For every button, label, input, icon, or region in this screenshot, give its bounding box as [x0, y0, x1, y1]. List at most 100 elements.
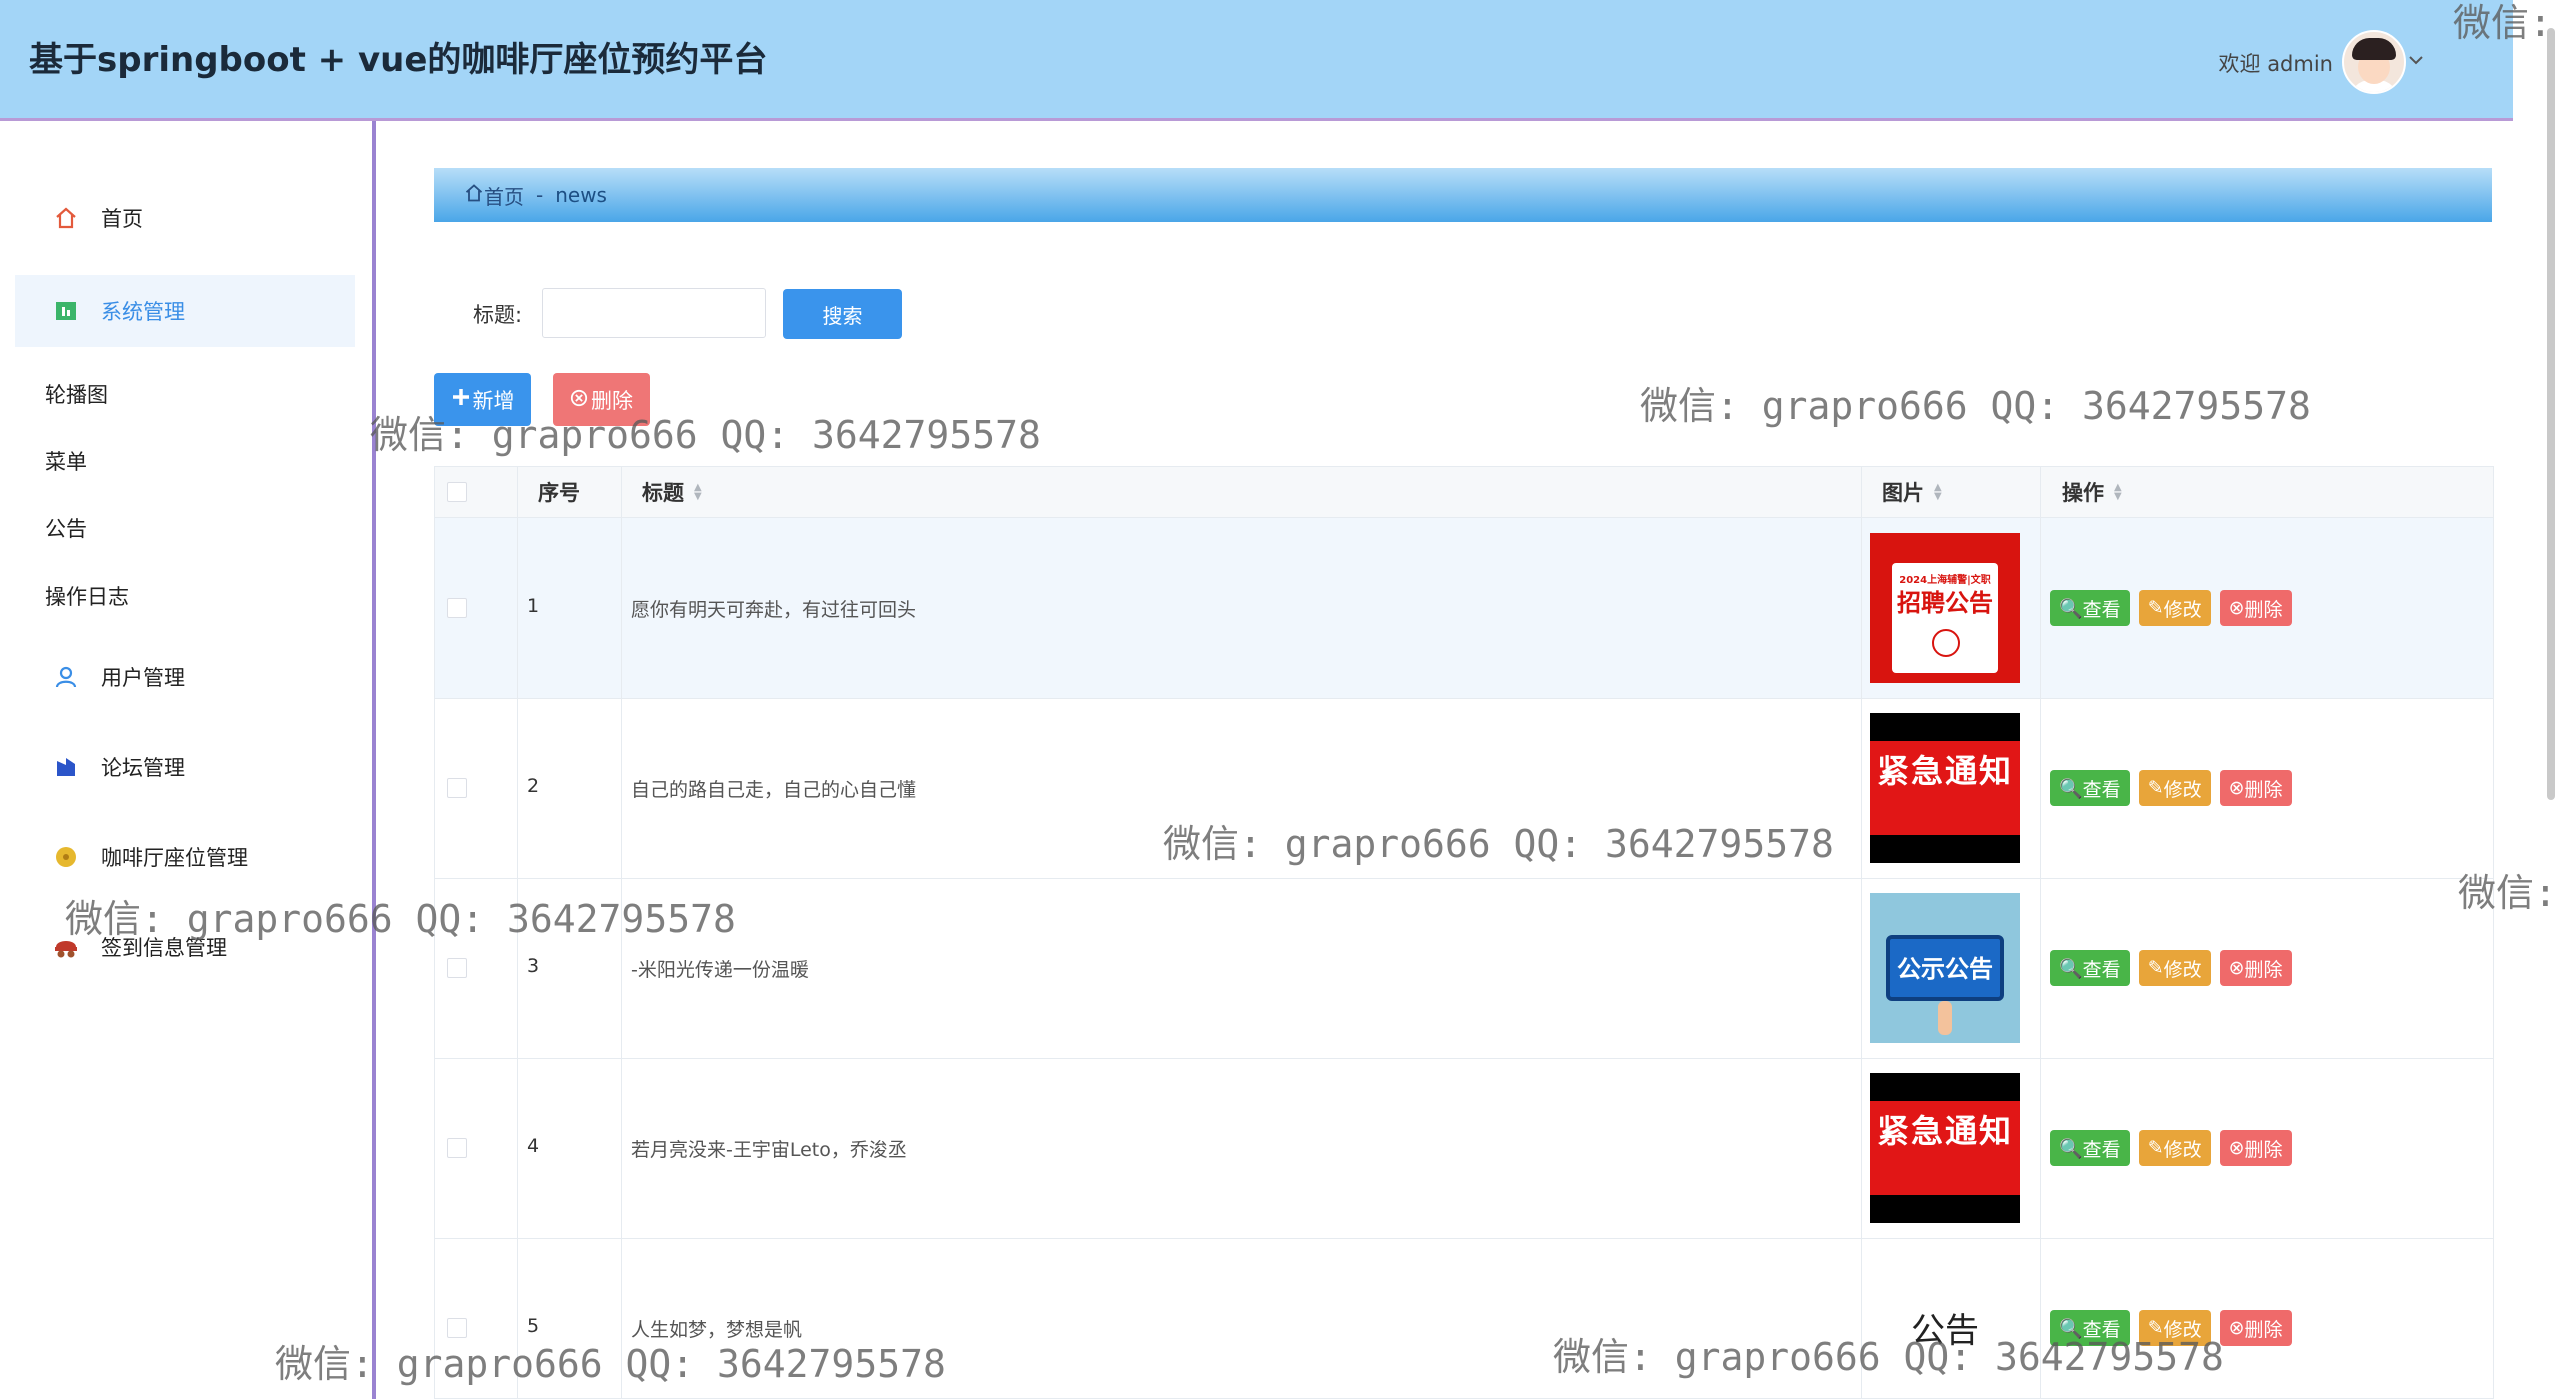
view-label: 查看 — [2082, 1138, 2121, 1161]
row-checkbox[interactable] — [447, 958, 467, 978]
table-row[interactable]: 1 愿你有明天可奔赴，有过往可回头 2024上海辅警|文职 招聘公告 🔍 查看 ✎… — [435, 518, 2493, 699]
row-delete-button[interactable]: ⊗ 删除 — [2219, 590, 2292, 626]
sidebar-item-coffee[interactable]: 咖啡厅座位管理 — [15, 821, 355, 893]
edit-label: 修改 — [2163, 958, 2202, 981]
view-button[interactable]: 🔍 查看 — [2050, 1130, 2130, 1166]
search-input[interactable] — [542, 288, 766, 338]
watermark: 微信: grapro666 QQ: 3642795578 — [65, 897, 736, 941]
breadcrumb: 首页 - news — [434, 168, 2492, 222]
edit-icon: ✎ — [2147, 777, 2164, 799]
sidebar-item-label: 用户管理 — [101, 666, 185, 690]
select-all-checkbox[interactable] — [447, 482, 467, 502]
col-ops-label: 操作 — [2062, 481, 2104, 505]
sidebar-item-label: 系统管理 — [101, 300, 185, 324]
edit-icon: ✎ — [2147, 957, 2164, 979]
view-label: 查看 — [2082, 598, 2121, 621]
sidebar-item-users[interactable]: 用户管理 — [15, 641, 355, 713]
watermark: 微信: grapro666 QQ: 3642795578 — [370, 413, 1041, 457]
close-circle-icon: ⊗ — [2228, 957, 2245, 979]
row-delete-button[interactable]: ⊗ 删除 — [2219, 1130, 2292, 1166]
close-circle-icon: ⊗ — [2228, 597, 2245, 619]
edit-button[interactable]: ✎ 修改 — [2138, 770, 2211, 806]
user-icon — [51, 662, 81, 692]
search-button[interactable]: 搜索 — [783, 289, 902, 339]
breadcrumb-home-label: 首页 — [484, 184, 524, 209]
row-actions: 🔍 查看 ✎ 修改 ⊗ 删除 — [2050, 590, 2292, 626]
sidebar-subitem-carousel[interactable]: 轮播图 — [45, 379, 108, 409]
row-image: 紧急通知 — [1870, 1073, 2020, 1223]
app-title: 基于springboot + vue的咖啡厅座位预约平台 — [29, 40, 768, 80]
scrollbar-thumb[interactable] — [2547, 28, 2555, 800]
col-image[interactable]: 图片 ▲ ▼ — [1882, 467, 1942, 517]
row-checkbox[interactable] — [447, 1138, 467, 1158]
search-icon: 🔍 — [2059, 957, 2083, 980]
thumb-text: 紧急通知 — [1876, 752, 2013, 790]
top-header: 基于springboot + vue的咖啡厅座位预约平台 欢迎 admin — [0, 0, 2513, 121]
table-header: 序号 标题 ▲ ▼ 图片 ▲ ▼ 操作 ▲ ▼ — [435, 467, 2493, 518]
edit-button[interactable]: ✎ 修改 — [2138, 950, 2211, 986]
table-row[interactable]: 4 若月亮没来-王宇宙Leto，乔浚丞 紧急通知 🔍 查看 ✎ 修改 ⊗ 删除 — [435, 1058, 2493, 1239]
delete-label: 删除 — [2244, 598, 2283, 621]
sidebar-item-label: 论坛管理 — [101, 756, 185, 780]
row-title: 若月亮没来-王宇宙Leto，乔浚丞 — [631, 1139, 907, 1161]
sidebar-subitem-news[interactable]: 公告 — [45, 513, 87, 543]
table-row[interactable]: 3 -米阳光传递一份温暖 公示公告 🔍 查看 ✎ 修改 ⊗ 删除 — [435, 878, 2493, 1059]
welcome-text: 欢迎 admin — [2218, 52, 2333, 76]
avatar[interactable] — [2342, 30, 2406, 94]
row-checkbox[interactable] — [447, 598, 467, 618]
sidebar-subitem-log[interactable]: 操作日志 — [45, 581, 129, 611]
row-image: 公示公告 — [1870, 893, 2020, 1043]
sidebar-item-system[interactable]: 系统管理 — [15, 275, 355, 347]
edit-icon: ✎ — [2147, 1137, 2164, 1159]
breadcrumb-separator: - — [536, 183, 544, 207]
close-circle-icon: ⊗ — [2228, 1137, 2245, 1159]
breadcrumb-home[interactable]: 首页 — [464, 181, 524, 210]
edit-button[interactable]: ✎ 修改 — [2138, 590, 2211, 626]
view-button[interactable]: 🔍 查看 — [2050, 950, 2130, 986]
col-title[interactable]: 标题 ▲ ▼ — [642, 467, 702, 517]
edit-button[interactable]: ✎ 修改 — [2138, 1130, 2211, 1166]
watermark: 微信: grapro666 QQ: 3642795578 — [1163, 822, 1834, 866]
row-delete-button[interactable]: ⊗ 删除 — [2219, 1310, 2292, 1346]
row-index: 3 — [527, 955, 540, 977]
row-index: 2 — [527, 775, 540, 797]
delete-label: 删除 — [2244, 1318, 2283, 1341]
edit-label: 修改 — [2163, 598, 2202, 621]
row-delete-button[interactable]: ⊗ 删除 — [2219, 770, 2292, 806]
sidebar-subitem-menu[interactable]: 菜单 — [45, 446, 87, 476]
delete-label: 删除 — [2244, 778, 2283, 801]
row-title: 愿你有明天可奔赴，有过往可回头 — [631, 599, 917, 621]
sidebar-item-forum[interactable]: 论坛管理 — [15, 731, 355, 803]
row-index: 4 — [527, 1135, 540, 1157]
news-table: 序号 标题 ▲ ▼ 图片 ▲ ▼ 操作 ▲ ▼ 1 愿你有明天可奔赴，有过往可回头 2… — [434, 466, 2494, 1399]
sort-icon[interactable]: ▲ ▼ — [694, 483, 702, 502]
chevron-down-icon[interactable] — [2408, 50, 2424, 71]
row-image: 2024上海辅警|文职 招聘公告 — [1870, 533, 2020, 683]
col-image-label: 图片 — [1882, 481, 1924, 505]
col-title-label: 标题 — [642, 481, 684, 505]
close-circle-icon: ⊗ — [2228, 1317, 2245, 1339]
col-ops[interactable]: 操作 ▲ ▼ — [2062, 467, 2122, 517]
coffee-icon — [51, 842, 81, 872]
sidebar-item-label: 首页 — [101, 207, 143, 231]
thumb-text: 紧急通知 — [1876, 1112, 2013, 1150]
view-label: 查看 — [2082, 778, 2121, 801]
sidebar-item-home[interactable]: 首页 — [15, 182, 355, 254]
sort-icon[interactable]: ▲ ▼ — [2114, 483, 2122, 502]
edit-label: 修改 — [2163, 1138, 2202, 1161]
forum-icon — [51, 752, 81, 782]
col-index: 序号 — [538, 481, 580, 505]
edit-label: 修改 — [2163, 778, 2202, 801]
thumb-text: 公示公告 — [1897, 955, 1993, 983]
sort-icon[interactable]: ▲ ▼ — [1934, 483, 1942, 502]
edit-icon: ✎ — [2147, 597, 2164, 619]
row-checkbox[interactable] — [447, 778, 467, 798]
watermark: 微信: — [2453, 1, 2552, 45]
view-button[interactable]: 🔍 查看 — [2050, 590, 2130, 626]
system-icon — [51, 296, 81, 326]
delete-label: 删除 — [2244, 958, 2283, 981]
row-actions: 🔍 查看 ✎ 修改 ⊗ 删除 — [2050, 1130, 2292, 1166]
home-icon — [51, 203, 81, 233]
row-delete-button[interactable]: ⊗ 删除 — [2219, 950, 2292, 986]
view-button[interactable]: 🔍 查看 — [2050, 770, 2130, 806]
